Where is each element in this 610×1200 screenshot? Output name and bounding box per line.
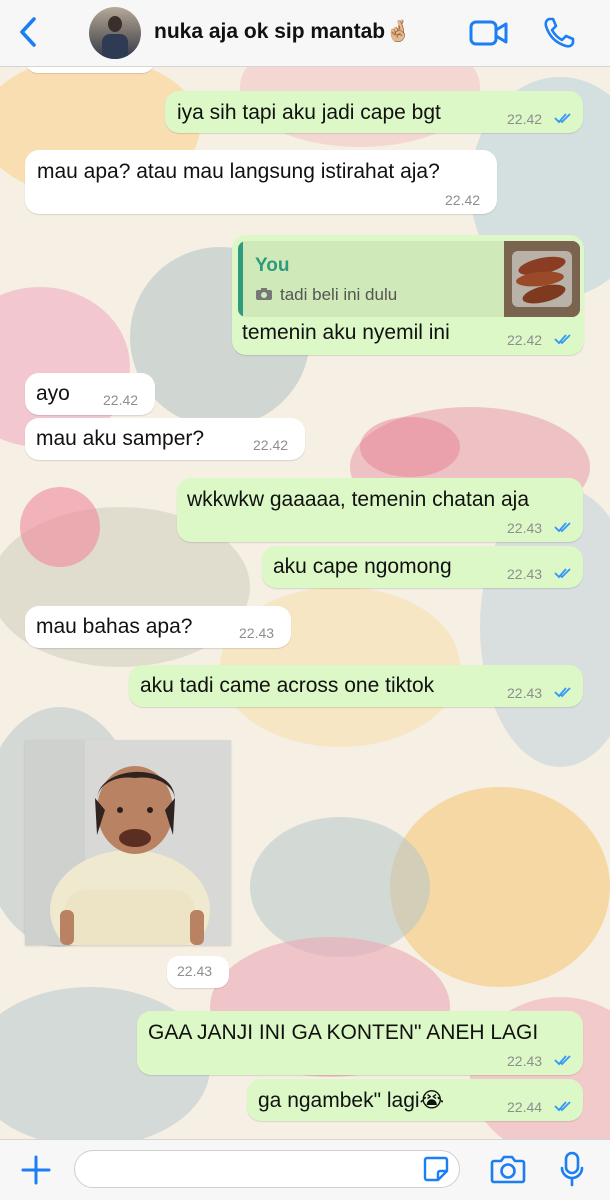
message-time: 22.42 [507, 111, 543, 127]
message-text: mau apa? atau mau langsung istirahat aja… [37, 160, 440, 183]
message-text: ayo [36, 382, 70, 405]
message-time: 22.43 [507, 1053, 543, 1069]
message-time: 22.43 [507, 566, 543, 582]
message-text: GAA JANJI INI GA KONTEN" ANEH LAGI [148, 1021, 539, 1044]
read-ticks-icon [554, 334, 571, 345]
photo-timestamp: 22.43 [167, 956, 229, 988]
message-time: 22.44 [507, 1099, 543, 1115]
quote-accent-bar [238, 241, 243, 317]
message-bubble-outgoing[interactable]: wkkwkw gaaaaa, temenin chatan aja 22.43 [177, 478, 583, 542]
message-bubble-outgoing[interactable]: aku cape ngomong 22.43 [262, 546, 583, 588]
message-text: aku tadi came across one tiktok [140, 674, 435, 697]
camera-icon[interactable] [490, 1154, 526, 1184]
message-time: 22.43 [507, 520, 543, 536]
message-bubble-outgoing[interactable]: GAA JANJI INI GA KONTEN" ANEH LAGI 22.43 [137, 1011, 583, 1075]
quote-author: You [255, 255, 290, 276]
message-input-bar [0, 1139, 610, 1200]
message-text: aku cape ngomong [273, 555, 452, 578]
plus-icon[interactable] [20, 1154, 52, 1186]
quoted-message[interactable]: You tadi beli ini dulu [238, 241, 580, 317]
message-time: 22.42 [103, 392, 139, 408]
message-time: 22.43 [507, 685, 543, 701]
incoming-photo[interactable] [25, 740, 231, 945]
message-time: 22.43 [239, 625, 275, 641]
read-ticks-icon [554, 568, 571, 579]
message-time: 22.43 [177, 963, 213, 979]
message-text: mau bahas apa? [36, 615, 193, 638]
message-bubble-outgoing[interactable]: iya sih tapi aku jadi cape bgt 22.42 [165, 91, 583, 133]
read-ticks-icon [554, 113, 571, 124]
message-bubble-partial [25, 67, 155, 73]
message-bubble-incoming[interactable]: ayo 22.42 [25, 373, 155, 415]
message-input[interactable] [74, 1150, 460, 1188]
avatar-head-shape [108, 16, 122, 32]
avatar-body-shape [102, 34, 128, 59]
message-bubble-incoming[interactable]: mau aku samper? 22.42 [25, 418, 305, 460]
message-text: temenin aku nyemil ini [242, 321, 450, 344]
message-time: 22.42 [253, 437, 289, 453]
message-text: ga ngambek" lagi😭 [258, 1089, 445, 1112]
chevron-left-icon[interactable] [14, 14, 44, 50]
chat-area[interactable]: iya sih tapi aku jadi cape bgt 22.42 mau… [0, 67, 610, 1139]
phone-icon[interactable] [542, 16, 576, 50]
message-bubble-incoming[interactable]: mau apa? atau mau langsung istirahat aja… [25, 150, 497, 214]
floral-wallpaper [0, 67, 610, 1139]
contact-name[interactable]: nuka aja ok sip mantab🤞🏼 [154, 20, 411, 44]
message-bubble-outgoing[interactable]: aku tadi came across one tiktok 22.43 [129, 665, 583, 707]
microphone-icon[interactable] [560, 1151, 584, 1187]
message-bubble-incoming[interactable]: mau bahas apa? 22.43 [25, 606, 291, 648]
sticker-icon[interactable] [423, 1156, 449, 1182]
message-text: wkkwkw gaaaaa, temenin chatan aja [187, 488, 530, 511]
read-ticks-icon [554, 1055, 571, 1066]
message-time: 22.42 [507, 332, 543, 348]
message-bubble-outgoing-reply[interactable]: You tadi beli ini dulu temenin aku nyemi… [232, 235, 584, 355]
avatar[interactable] [89, 7, 141, 59]
video-call-icon[interactable] [469, 17, 509, 49]
camera-icon [256, 288, 272, 300]
read-ticks-icon [554, 687, 571, 698]
read-ticks-icon [554, 1101, 571, 1112]
message-text: iya sih tapi aku jadi cape bgt [177, 101, 441, 124]
message-bubble-outgoing[interactable]: ga ngambek" lagi😭 22.44 [247, 1079, 583, 1121]
message-text: mau aku samper? [36, 427, 205, 450]
chat-header: nuka aja ok sip mantab🤞🏼 [0, 0, 610, 67]
quote-snippet: tadi beli ini dulu [280, 285, 398, 304]
message-time: 22.42 [445, 192, 481, 208]
read-ticks-icon [554, 522, 571, 533]
quoted-photo-thumbnail [504, 241, 580, 317]
